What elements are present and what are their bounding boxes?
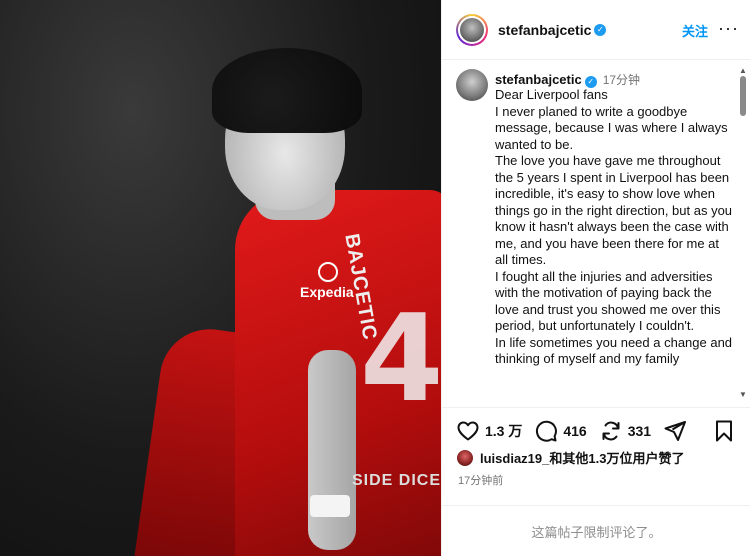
repost-count: 331: [627, 422, 652, 439]
share-button[interactable]: [663, 419, 687, 443]
caption-text: Dear Liverpool fans I never planed to wr…: [495, 87, 735, 368]
wristband: [310, 495, 350, 517]
post-photo[interactable]: Expedia BAJCETIC 47 SIDE DICE: [0, 0, 441, 556]
comment-count: 416: [563, 422, 587, 439]
liker-avatar[interactable]: [456, 448, 474, 467]
likes-text[interactable]: luisdiaz19_和其他1.3万位用户赞了: [480, 448, 684, 467]
sponsor-logo-icon: [318, 262, 338, 282]
repost-icon: [602, 421, 620, 440]
likes-summary[interactable]: luisdiaz19_和其他1.3万位用户赞了: [456, 448, 684, 467]
caption-time: 17分钟: [602, 73, 641, 87]
send-icon: [664, 420, 687, 441]
caption-area[interactable]: stefanbajcetic ✓ 17分钟 Dear Liverpool fans …: [442, 61, 750, 406]
save-button[interactable]: [712, 419, 736, 448]
sponsor-text: Expedia: [300, 284, 354, 300]
more-options-icon[interactable]: ···: [718, 18, 739, 39]
header-username[interactable]: stefanbajcetic: [498, 22, 591, 38]
heart-icon: [457, 421, 479, 440]
caption-line: The love you have gave me throughout the…: [495, 153, 733, 267]
comments-restricted-notice: 这篇帖子限制评论了。: [442, 505, 750, 556]
verified-badge-icon: ✓: [584, 75, 597, 88]
caption-line: I fought all the injuries and adversitie…: [495, 268, 721, 334]
caption-line: In life sometimes you need a change and …: [495, 334, 733, 367]
player-arm: [308, 350, 356, 550]
like-count: 1.3 万: [485, 422, 523, 439]
caption-username[interactable]: stefanbajcetic: [495, 72, 582, 87]
bookmark-icon: [716, 420, 732, 442]
like-button[interactable]: 1.3 万: [456, 419, 522, 443]
caption-line: I never planed to write a goodbye messag…: [495, 103, 728, 152]
post-timestamp: 17分钟前: [458, 475, 504, 487]
verified-badge-icon: ✓: [594, 23, 607, 36]
scroll-down-icon[interactable]: ▼: [739, 390, 747, 399]
shirt-number: 47: [360, 290, 441, 429]
post-side-panel: stefanbajcetic ✓ 关注 ··· stefanbajcetic ✓ 1…: [441, 0, 750, 556]
post-header: stefanbajcetic ✓ 关注 ···: [442, 0, 750, 60]
repost-button[interactable]: 331: [599, 419, 651, 443]
comment-icon: [536, 420, 558, 442]
caption-avatar[interactable]: [456, 69, 488, 101]
shirt-motto: SIDE DICE: [352, 472, 441, 489]
comment-button[interactable]: 416: [534, 419, 587, 443]
caption-header: stefanbajcetic ✓ 17分钟: [495, 71, 640, 88]
player-hair: [212, 48, 362, 133]
caption-scrollbar[interactable]: ▲ ▼: [738, 66, 748, 402]
follow-button[interactable]: 关注: [682, 21, 708, 40]
caption-line: Dear Liverpool fans: [495, 87, 608, 102]
action-bar: 1.3 万 416 331: [442, 407, 750, 453]
avatar[interactable]: [456, 13, 488, 46]
scroll-thumb[interactable]: [740, 76, 746, 116]
scroll-up-icon[interactable]: ▲: [739, 66, 747, 75]
